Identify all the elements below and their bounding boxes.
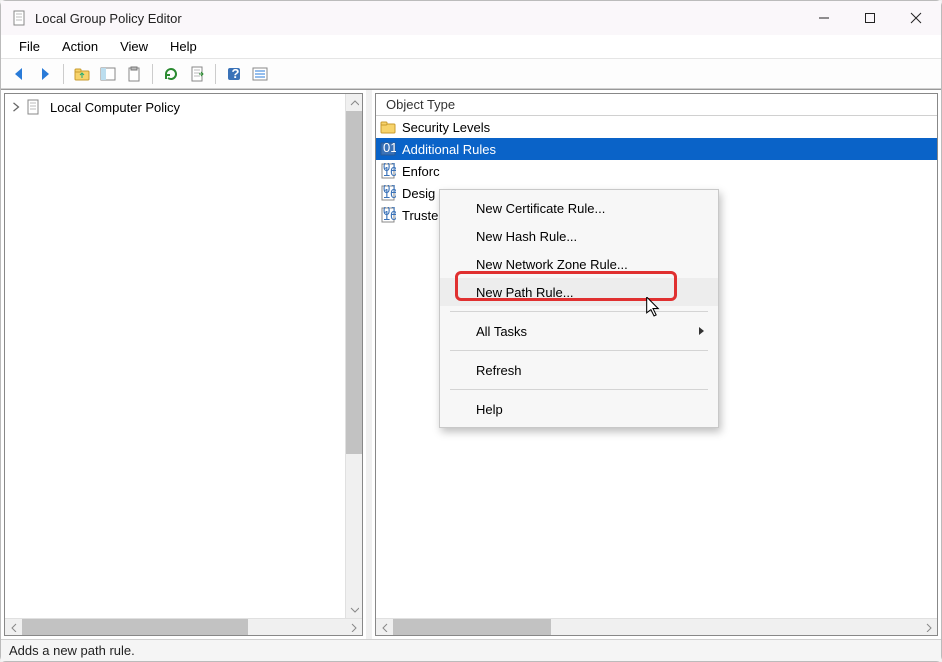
menu-file[interactable]: File	[9, 37, 50, 56]
list-row[interactable]: Additional Rules	[376, 138, 937, 160]
app-window: Local Group Policy Editor File Action Vi…	[0, 0, 942, 662]
ctx-new-hash-rule[interactable]: New Hash Rule...	[440, 222, 718, 250]
list-header-object-type[interactable]: Object Type	[382, 95, 459, 114]
context-menu-label: New Network Zone Rule...	[476, 257, 628, 272]
ctx-refresh[interactable]: Refresh	[440, 356, 718, 384]
list-row-label: Desig	[402, 186, 435, 201]
context-menu[interactable]: New Certificate Rule... New Hash Rule... N…	[439, 189, 719, 428]
menu-help[interactable]: Help	[160, 37, 207, 56]
doc-icon	[25, 99, 41, 115]
context-menu-label: New Hash Rule...	[476, 229, 577, 244]
binary-icon	[380, 141, 396, 157]
list-row-label: Enforc	[402, 164, 440, 179]
tree-vertical-scrollbar[interactable]	[345, 94, 362, 618]
policy-tree[interactable]: Local Computer Policy	[5, 94, 362, 118]
ctx-new-path-rule[interactable]: New Path Rule...	[440, 278, 718, 306]
statusbar: Adds a new path rule.	[1, 639, 941, 661]
arrow-right-icon	[37, 66, 53, 82]
context-menu-separator	[450, 389, 708, 390]
status-text: Adds a new path rule.	[9, 643, 135, 658]
help-button[interactable]	[222, 62, 246, 86]
tree-pane: Local Computer Policy	[1, 90, 366, 639]
context-menu-separator	[450, 350, 708, 351]
refresh-button[interactable]	[159, 62, 183, 86]
scroll-down-icon	[349, 605, 359, 615]
menu-view[interactable]: View	[110, 37, 158, 56]
refresh-icon	[163, 66, 179, 82]
cursor-icon	[645, 297, 661, 317]
copy-button[interactable]	[122, 62, 146, 86]
titlebar: Local Group Policy Editor	[1, 1, 941, 35]
app-icon	[11, 10, 27, 26]
arrow-left-icon	[11, 66, 27, 82]
scroll-up-icon	[349, 98, 359, 108]
help-icon	[226, 66, 242, 82]
list-row-label: Security Levels	[402, 120, 490, 135]
list-header[interactable]: Object Type	[376, 94, 937, 116]
context-menu-label: Refresh	[476, 363, 522, 378]
tree-item-label: Local Computer Policy	[47, 99, 183, 116]
toolbar-separator	[152, 64, 153, 84]
submenu-arrow-icon	[698, 326, 706, 336]
context-menu-label: New Certificate Rule...	[476, 201, 605, 216]
filter-button[interactable]	[248, 62, 272, 86]
toolbar	[1, 59, 941, 89]
expand-toggle[interactable]	[9, 100, 23, 114]
context-menu-label: Help	[476, 402, 503, 417]
maximize-button[interactable]	[847, 2, 893, 34]
context-menu-separator	[450, 311, 708, 312]
toolbar-separator	[63, 64, 64, 84]
export-icon	[189, 66, 205, 82]
folder-up-icon	[74, 66, 90, 82]
list-row[interactable]: Security Levels	[376, 116, 937, 138]
menu-action[interactable]: Action	[52, 37, 108, 56]
context-menu-label: New Path Rule...	[476, 285, 574, 300]
tree-pane-icon	[100, 66, 116, 82]
minimize-button[interactable]	[801, 2, 847, 34]
folder-icon	[380, 119, 396, 135]
scroll-right-icon	[349, 622, 359, 632]
window-title: Local Group Policy Editor	[35, 11, 801, 26]
toolbar-separator	[215, 64, 216, 84]
filter-list-icon	[252, 66, 268, 82]
binary-doc-icon	[380, 207, 396, 223]
ctx-all-tasks[interactable]: All Tasks	[440, 317, 718, 345]
tree-horizontal-scrollbar[interactable]	[5, 618, 362, 635]
nav-back-button[interactable]	[7, 62, 31, 86]
ctx-new-certificate-rule[interactable]: New Certificate Rule...	[440, 194, 718, 222]
nav-up-button[interactable]	[70, 62, 94, 86]
nav-forward-button[interactable]	[33, 62, 57, 86]
show-hide-tree-button[interactable]	[96, 62, 120, 86]
list-row-label: Additional Rules	[402, 142, 496, 157]
binary-doc-icon	[380, 163, 396, 179]
export-button[interactable]	[185, 62, 209, 86]
tree-item[interactable]: Local Computer Policy	[5, 96, 362, 118]
menubar: File Action View Help	[1, 35, 941, 59]
ctx-help[interactable]: Help	[440, 395, 718, 423]
binary-doc-icon	[380, 185, 396, 201]
close-button[interactable]	[893, 2, 939, 34]
clipboard-icon	[126, 66, 142, 82]
ctx-new-network-zone-rule[interactable]: New Network Zone Rule...	[440, 250, 718, 278]
list-row-label: Truste	[402, 208, 438, 223]
list-row[interactable]: Enforc	[376, 160, 937, 182]
scroll-left-icon	[9, 622, 19, 632]
context-menu-label: All Tasks	[476, 324, 527, 339]
list-horizontal-scrollbar[interactable]	[376, 618, 937, 635]
